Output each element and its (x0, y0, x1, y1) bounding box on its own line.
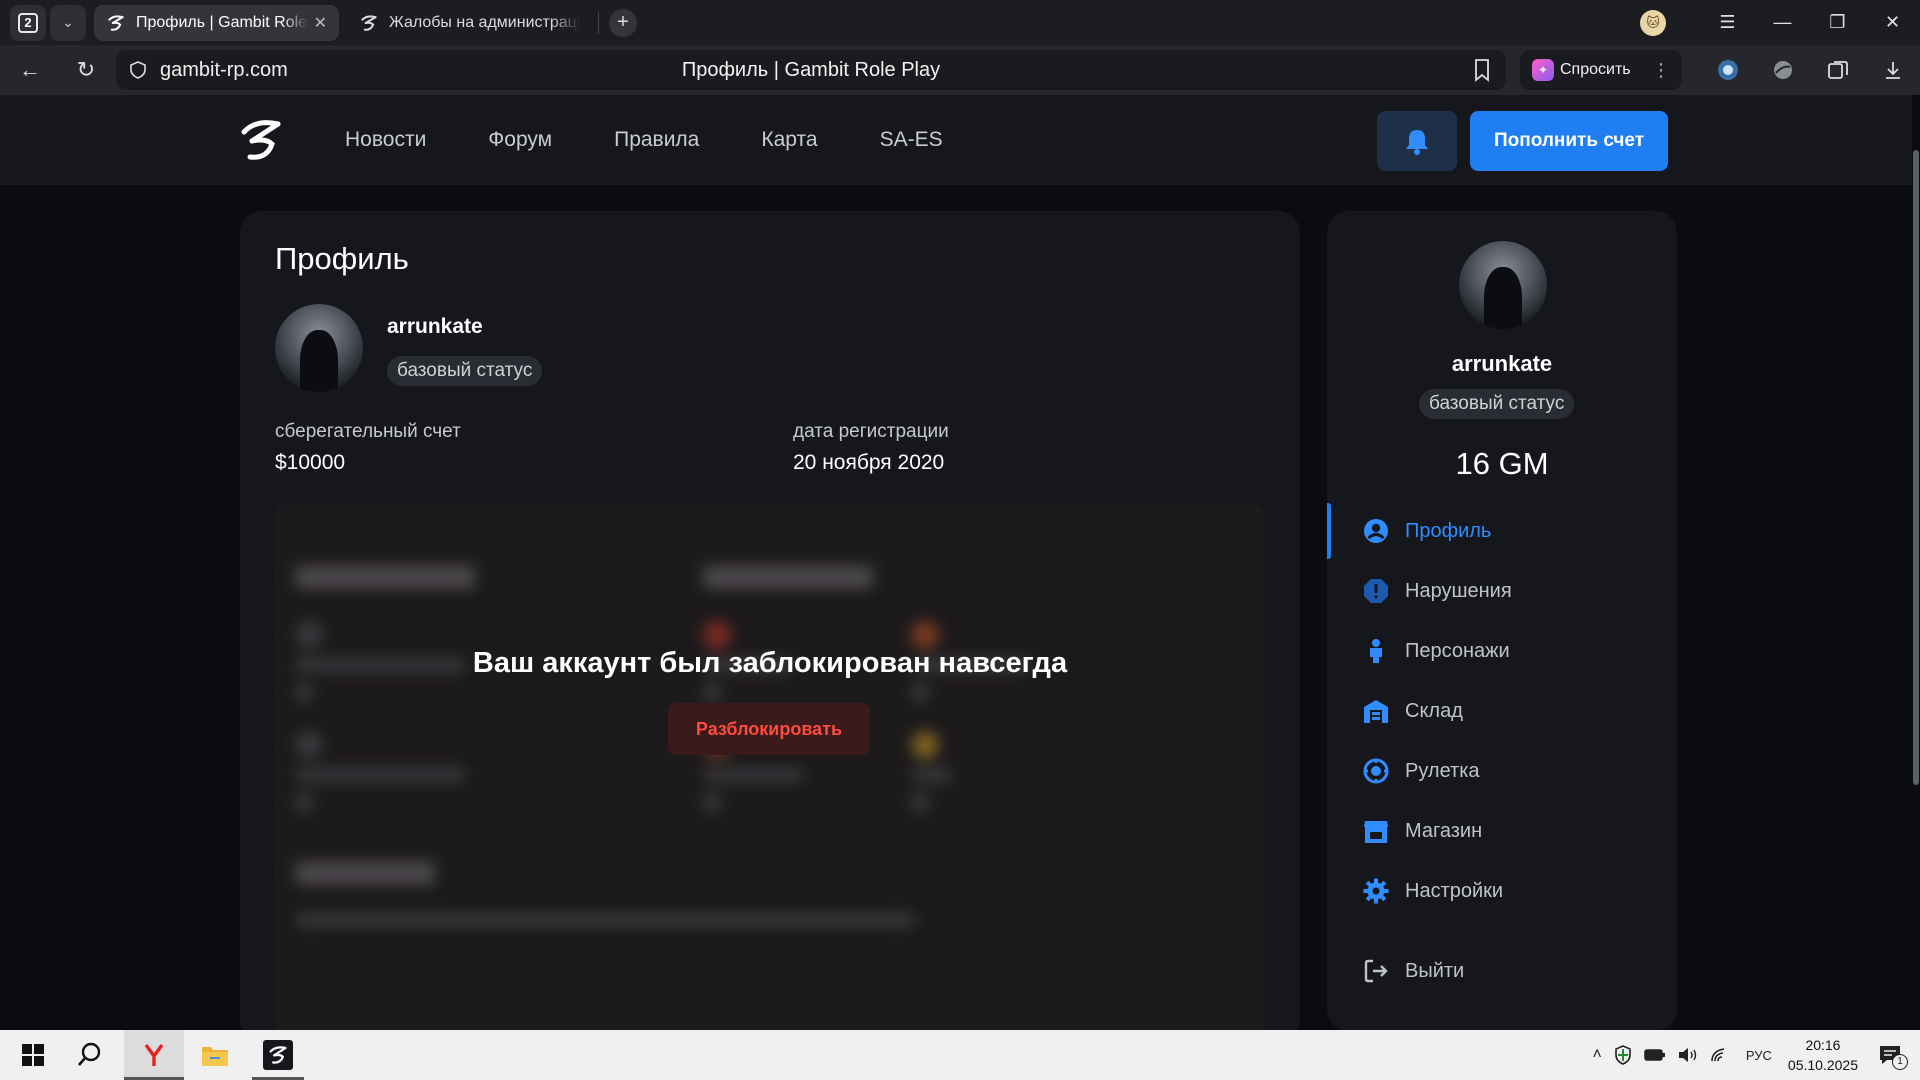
status-badge: базовый статус (1419, 389, 1575, 419)
volume-icon[interactable] (1678, 1047, 1698, 1063)
shield-icon (130, 61, 146, 79)
notification-count: 1 (1892, 1054, 1908, 1070)
search-icon[interactable] (65, 1030, 115, 1080)
collections-icon[interactable] (1810, 58, 1865, 82)
roulette-icon (1363, 758, 1389, 784)
sidebar-username: arrunkate (1451, 351, 1553, 376)
tab-complaints[interactable]: Жалобы на администрацию (347, 5, 592, 41)
profile-card: Профиль arrunkate базовый статус сберега… (240, 211, 1300, 1041)
back-arrow-icon[interactable]: ← (10, 50, 50, 90)
ban-message: Ваш аккаунт был заблокирован навсегда (472, 647, 1068, 679)
warehouse-icon (1364, 700, 1388, 723)
gambit-logo-icon (108, 14, 124, 31)
reload-icon[interactable]: ↻ (66, 50, 106, 90)
ask-ai-button[interactable]: ✦ Спросить ⋮ (1520, 50, 1682, 90)
sidebar-item-label: Настройки (1405, 879, 1504, 902)
profile-sidebar: arrunkate базовый статус 16 GM Профиль Н… (1327, 211, 1677, 1031)
gm-balance: 16 GM (1455, 446, 1549, 481)
new-tab-plus-icon[interactable]: + (609, 8, 637, 37)
site-nav: Новости Форум Правила Карта SA-ES (345, 95, 1005, 185)
taskbar-clock[interactable]: 20:16 05.10.2025 (1788, 1035, 1858, 1075)
gear-icon (1363, 878, 1389, 904)
sidebar-item-label: Персонажи (1405, 639, 1510, 662)
nav-rules[interactable]: Правила (614, 128, 699, 152)
defender-shield-icon[interactable] (1614, 1045, 1632, 1065)
unban-button[interactable]: Разблокировать (668, 703, 870, 755)
language-indicator[interactable]: РУС (1746, 1048, 1772, 1063)
tab-list-chevron-icon[interactable]: ⌄ (50, 4, 86, 41)
bell-icon (1406, 130, 1428, 155)
tab-profile[interactable]: Профиль | Gambit Role Play ✕ (94, 4, 339, 41)
battery-icon[interactable] (1644, 1048, 1666, 1062)
warning-hexagon-icon (1364, 579, 1388, 603)
windows-taskbar: ˄ РУС 20:16 05.10.2025 1 (0, 1030, 1920, 1080)
tab-counter-button[interactable]: 2 (10, 4, 46, 41)
sidebar-menu: Профиль Нарушения Персонажи Склад Рулетк… (1327, 501, 1677, 1001)
wifi-icon[interactable] (1710, 1047, 1730, 1063)
clock-time: 20:16 (1805, 1037, 1841, 1053)
ban-overlay: Ваш аккаунт был заблокирован навсегда Ра… (240, 211, 1300, 1041)
browser-tabstrip: 2 ⌄ Профиль | Gambit Role Play ✕ Жалобы … (0, 0, 1920, 45)
logout-button[interactable]: Выйти (1327, 941, 1677, 1001)
restore-icon[interactable]: ❐ (1810, 0, 1865, 45)
tab-title: Жалобы на администрацию (389, 13, 580, 31)
system-tray: ˄ РУС 20:16 05.10.2025 1 (1587, 1030, 1920, 1080)
file-explorer-icon[interactable] (190, 1030, 240, 1080)
nav-forum[interactable]: Форум (488, 128, 552, 152)
sidebar-item-settings[interactable]: Настройки (1327, 861, 1677, 921)
sidebar-item-label: Нарушения (1405, 579, 1512, 602)
minimize-icon[interactable]: — (1755, 0, 1810, 45)
nav-news[interactable]: Новости (345, 128, 426, 152)
topup-button[interactable]: Пополнить счет (1470, 111, 1668, 171)
notifications-center-icon[interactable]: 1 (1878, 1044, 1908, 1070)
close-window-icon[interactable]: ✕ (1865, 0, 1920, 45)
gambit-site-logo[interactable] (236, 115, 286, 165)
person-icon (1370, 639, 1382, 663)
sidebar-item-roulette[interactable]: Рулетка (1327, 741, 1677, 801)
page-scrollbar-thumb[interactable] (1913, 150, 1919, 785)
page-title-display: Профиль | Gambit Role Play (681, 58, 941, 81)
gambit-app-taskbar-icon[interactable] (252, 1030, 304, 1080)
tab-separator (598, 11, 599, 34)
shop-icon (1364, 821, 1388, 843)
sidebar-item-shop[interactable]: Магазин (1327, 801, 1677, 861)
user-circle-icon (1364, 519, 1388, 543)
tab-count: 2 (18, 12, 38, 33)
url-bar[interactable]: gambit-rp.com Профиль | Gambit Role Play (116, 50, 1506, 90)
nav-map[interactable]: Карта (761, 128, 817, 152)
sidebar-item-label: Рулетка (1405, 759, 1480, 782)
sidebar-item-label: Профиль (1405, 519, 1492, 542)
extension-icon[interactable] (1755, 59, 1810, 81)
sidebar-item-label: Склад (1405, 699, 1463, 722)
sidebar-item-violations[interactable]: Нарушения (1327, 561, 1677, 621)
yandex-browser-taskbar-icon[interactable] (124, 1030, 184, 1080)
sparkle-icon: ✦ (1532, 59, 1554, 81)
download-icon[interactable] (1865, 59, 1920, 81)
browser-menu-icon[interactable]: ☰ (1700, 0, 1755, 45)
logout-label: Выйти (1405, 959, 1465, 982)
site-header: Новости Форум Правила Карта SA-ES Пополн… (0, 95, 1912, 185)
windows-start-icon[interactable] (8, 1030, 58, 1080)
clock-date: 05.10.2025 (1787, 1057, 1858, 1073)
sidebar-item-warehouse[interactable]: Склад (1327, 681, 1677, 741)
sidebar-item-characters[interactable]: Персонажи (1327, 621, 1677, 681)
chevron-up-icon[interactable]: ˄ (1593, 1046, 1602, 1064)
sidebar-item-profile[interactable]: Профиль (1327, 501, 1677, 561)
ask-label: Спросить (1560, 61, 1631, 78)
url-text: gambit-rp.com (160, 58, 288, 81)
sidebar-item-label: Магазин (1405, 819, 1483, 842)
notifications-button[interactable] (1377, 111, 1457, 171)
logout-icon (1364, 959, 1388, 983)
browser-addressbar: ← ↻ gambit-rp.com Профиль | Gambit Role … (0, 45, 1920, 95)
browser-profile-avatar[interactable]: 🐱 (1640, 9, 1666, 36)
gambit-logo-icon (361, 14, 377, 31)
bookmark-icon[interactable] (1472, 58, 1492, 82)
nav-sa-es[interactable]: SA-ES (880, 128, 943, 152)
more-dots-icon[interactable]: ⋮ (1652, 60, 1670, 81)
avatar (1459, 241, 1547, 329)
vpn-extension-icon[interactable] (1700, 58, 1755, 82)
tab-title: Профиль | Gambit Role Play (136, 13, 308, 31)
tab-close-icon[interactable]: ✕ (314, 13, 327, 33)
